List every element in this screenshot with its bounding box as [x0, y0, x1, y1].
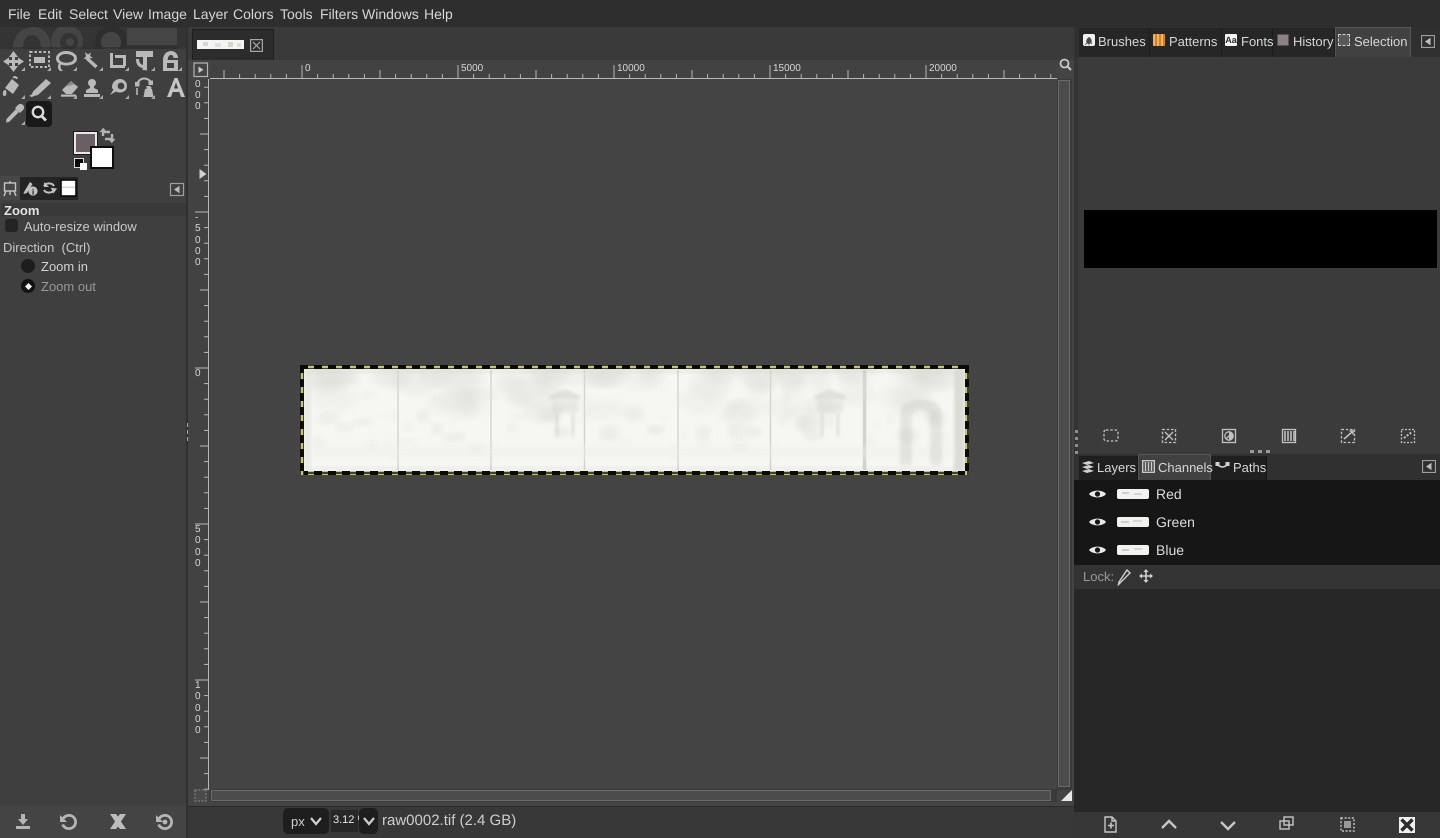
- svg-text:10000: 10000: [617, 63, 645, 74]
- svg-text:20000: 20000: [929, 63, 957, 74]
- svg-text:15000: 15000: [773, 63, 801, 74]
- svg-text:5000: 5000: [461, 63, 484, 74]
- svg-text:0: 0: [195, 714, 201, 725]
- svg-text:0: 0: [195, 547, 201, 558]
- svg-text:0: 0: [195, 691, 201, 702]
- svg-text:5: 5: [195, 223, 201, 234]
- svg-text:5: 5: [195, 524, 201, 535]
- svg-text:0: 0: [195, 246, 201, 257]
- svg-text:Red: Red: [1156, 486, 1182, 502]
- svg-text:0: 0: [195, 368, 201, 379]
- svg-text:Blue: Blue: [1156, 542, 1184, 558]
- svg-text:0: 0: [195, 703, 201, 714]
- svg-text:0: 0: [305, 63, 311, 74]
- svg-text:0: 0: [195, 558, 201, 569]
- svg-text:0: 0: [195, 257, 201, 268]
- svg-text:0: 0: [195, 535, 201, 546]
- svg-text:-: -: [195, 212, 198, 223]
- svg-text:0: 0: [195, 90, 201, 101]
- svg-text:0: 0: [195, 235, 201, 246]
- svg-text:0: 0: [195, 725, 201, 736]
- svg-text:0: 0: [195, 101, 201, 112]
- svg-text:1: 1: [195, 680, 201, 691]
- svg-text:0: 0: [195, 79, 201, 90]
- svg-text:Green: Green: [1156, 514, 1195, 530]
